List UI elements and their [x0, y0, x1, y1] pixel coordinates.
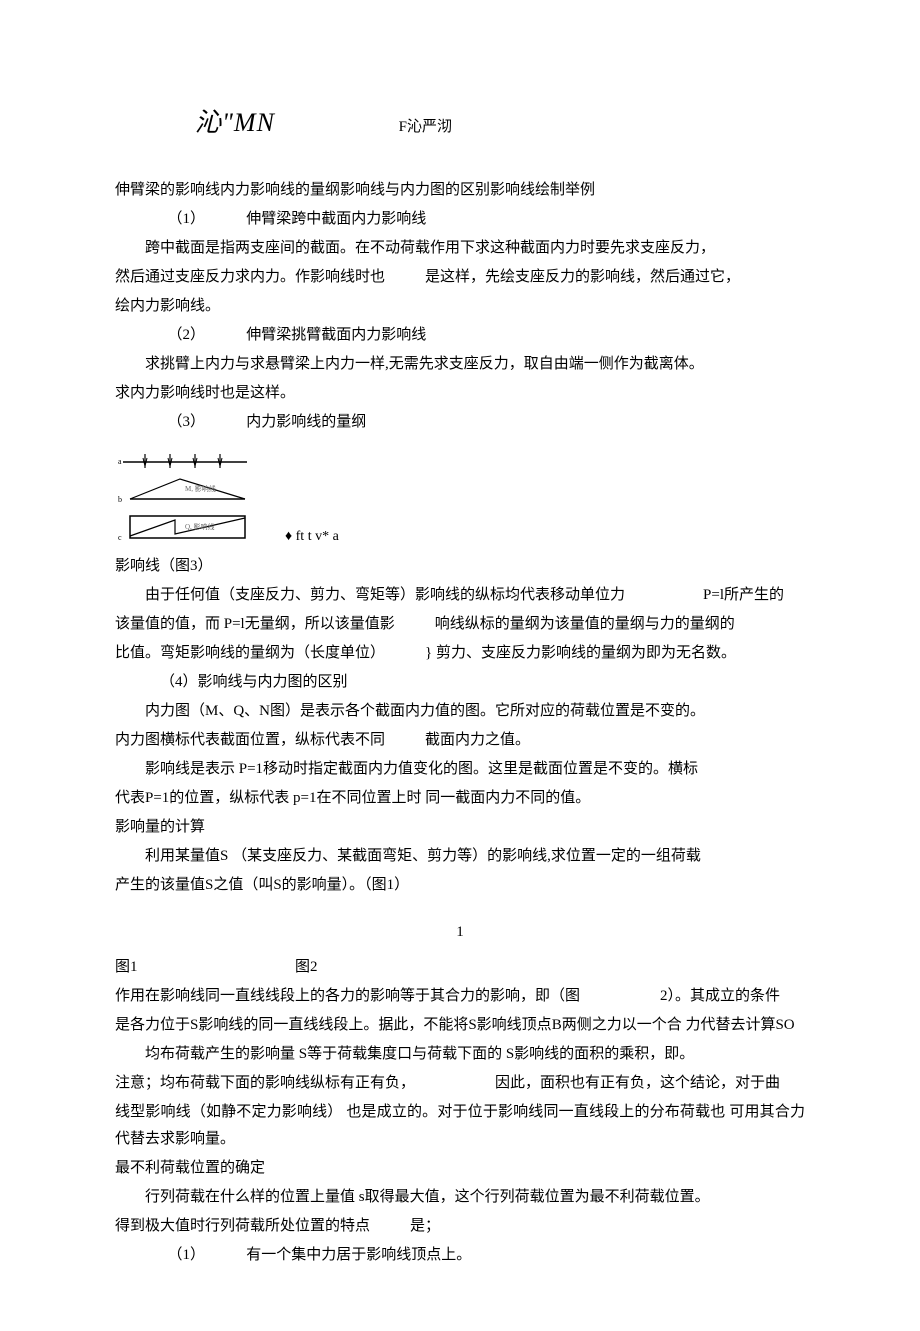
formula-left: 沁"MN — [195, 100, 275, 147]
p10: 内力图横标代表截面位置，纵标代表不同 截面内力之值。 — [115, 727, 805, 754]
p17: 均布荷载产生的影响量 S等于荷载集度口与荷载下面的 S影响线的面积的乘积，即。 — [115, 1041, 805, 1068]
p21a: 得到极大值时行列荷载所处位置的特点 — [115, 1213, 370, 1240]
p15a: 作用在影响线同一直线线段上的各力的影响等于其合力的影响，即（图 — [115, 983, 580, 1010]
p18b: 因此，面积也有正有负，这个结论，对于曲 — [495, 1070, 780, 1097]
p20: 行列荷载在什么样的位置上量值 s取得最大值，这个行列荷载位置为最不利荷载位置。 — [115, 1184, 805, 1211]
p12: 代表P=1的位置，纵标代表 p=1在不同位置上时 同一截面内力不同的值。 — [115, 785, 805, 812]
item-1: （1） 伸臂梁跨中截面内力影响线 — [115, 206, 805, 233]
fig2-label: 图2 — [295, 954, 318, 981]
p15: 作用在影响线同一直线线段上的各力的影响等于其合力的影响，即（图 2）。其成立的条… — [115, 983, 805, 1010]
figure-3-svg: a M, 影响线 b Q, 影响线 c — [115, 444, 255, 549]
p18a: 注意；均布荷载下面的影响线纵标有正有负， — [115, 1070, 415, 1097]
p14: 产生的该量值S之值（叫S的影响量）。（图1） — [115, 872, 805, 899]
p16: 是各力位于S影响线的同一直线线段上。据此，不能将S影响线顶点B两侧之力以一个合 … — [115, 1012, 805, 1039]
p2: 然后通过支座反力求内力。作影响线时也 是这样，先绘支座反力的影响线，然后通过它， — [115, 264, 805, 291]
p8b: } 剪力、支座反力影响线的量纲为即为无名数。 — [425, 640, 736, 667]
p19: 线型影响线（如静不定力影响线） 也是成立的。对于位于影响线同一直线段上的分布荷载… — [115, 1099, 805, 1153]
p2a: 然后通过支座反力求内力。作影响线时也 — [115, 264, 385, 291]
p3: 绘内力影响线。 — [115, 293, 805, 320]
p4: 求挑臂上内力与求悬臂梁上内力一样,无需先求支座反力，取自由端一侧作为截离体。 — [115, 351, 805, 378]
p11: 影响线是表示 P=1移动时指定截面内力值变化的图。这里是截面位置是不变的。横标 — [115, 756, 805, 783]
p13: 利用某量值S （某支座反力、某截面弯矩、剪力等）的影响线,求位置一定的一组荷载 — [115, 843, 805, 870]
p10b: 截面内力之值。 — [425, 727, 530, 754]
p5: 求内力影响线时也是这样。 — [115, 380, 805, 407]
p1: 跨中截面是指两支座间的截面。在不动荷载作用下求这种截面内力时要先求支座反力， — [115, 235, 805, 262]
p2b: 是这样，先绘支座反力的影响线，然后通过它， — [425, 264, 740, 291]
section-title-3: 最不利荷载位置的确定 — [115, 1155, 805, 1182]
svg-text:Q, 影响线: Q, 影响线 — [185, 522, 215, 531]
item-2: （2） 伸臂梁挑臂截面内力影响线 — [115, 322, 805, 349]
svg-text:c: c — [118, 533, 122, 542]
figure-3: a M, 影响线 b Q, 影响线 c ♦ ft t v* a — [115, 444, 805, 549]
p15b: 2）。其成立的条件 — [660, 983, 780, 1010]
item-5-label: 有一个集中力居于影响线顶点上。 — [246, 1247, 471, 1263]
item-4: （4）影响线与内力图的区别 — [115, 669, 805, 696]
item-1-num: （1） — [168, 211, 206, 227]
p7a: 该量值的值，而 P=l无量纲，所以该量值影 — [115, 611, 395, 638]
p21b: 是； — [410, 1213, 440, 1240]
item-1-label: 伸臂梁跨中截面内力影响线 — [246, 211, 426, 227]
p6b: P=l所产生的 — [673, 582, 784, 609]
section-title-1: 伸臂梁的影响线内力影响线的量纲影响线与内力图的区别影响线绘制举例 — [115, 177, 805, 204]
formula-row: 沁"MN F沁严沏 — [115, 100, 805, 147]
item-5-num: （1） — [168, 1247, 206, 1263]
item-2-num: （2） — [168, 327, 206, 343]
item-2-label: 伸臂梁挑臂截面内力影响线 — [246, 327, 426, 343]
item-3-label: 内力影响线的量纲 — [246, 414, 366, 430]
formula-right: F沁严沏 — [399, 114, 452, 141]
item-3-num: （3） — [168, 414, 206, 430]
svg-text:b: b — [118, 495, 122, 504]
svg-text:M, 影响线: M, 影响线 — [185, 484, 216, 493]
fig-labels: 图1 图2 — [115, 954, 805, 981]
figure-3-caption: 影响线（图3） — [115, 553, 805, 580]
p8: 比值。弯矩影响线的量纲为（长度单位） } 剪力、支座反力影响线的量纲为即为无名数… — [115, 640, 805, 667]
p18: 注意；均布荷载下面的影响线纵标有正有负， 因此，面积也有正有负，这个结论，对于曲 — [115, 1070, 805, 1097]
p21: 得到极大值时行列荷载所处位置的特点 是； — [115, 1213, 805, 1240]
section-title-2: 影响量的计算 — [115, 814, 805, 841]
center-1: 1 — [115, 919, 805, 946]
svg-text:a: a — [118, 457, 122, 466]
fig1-label: 图1 — [115, 954, 295, 981]
item-5: （1） 有一个集中力居于影响线顶点上。 — [115, 1242, 805, 1269]
p6a: 由于任何值（支座反力、剪力、弯矩等）影响线的纵标均代表移动单位力 — [115, 582, 625, 609]
p7b: 响线纵标的量纲为该量值的量纲与力的量纲的 — [435, 611, 735, 638]
p6: 由于任何值（支座反力、剪力、弯矩等）影响线的纵标均代表移动单位力 P=l所产生的 — [115, 582, 805, 609]
p7: 该量值的值，而 P=l无量纲，所以该量值影 响线纵标的量纲为该量值的量纲与力的量… — [115, 611, 805, 638]
figure-3-right-text: ♦ ft t v* a — [285, 524, 339, 549]
p10a: 内力图横标代表截面位置，纵标代表不同 — [115, 727, 385, 754]
item-3: （3） 内力影响线的量纲 — [115, 409, 805, 436]
p9: 内力图（M、Q、N图）是表示各个截面内力值的图。它所对应的荷载位置是不变的。 — [115, 698, 805, 725]
p8a: 比值。弯矩影响线的量纲为（长度单位） — [115, 640, 385, 667]
